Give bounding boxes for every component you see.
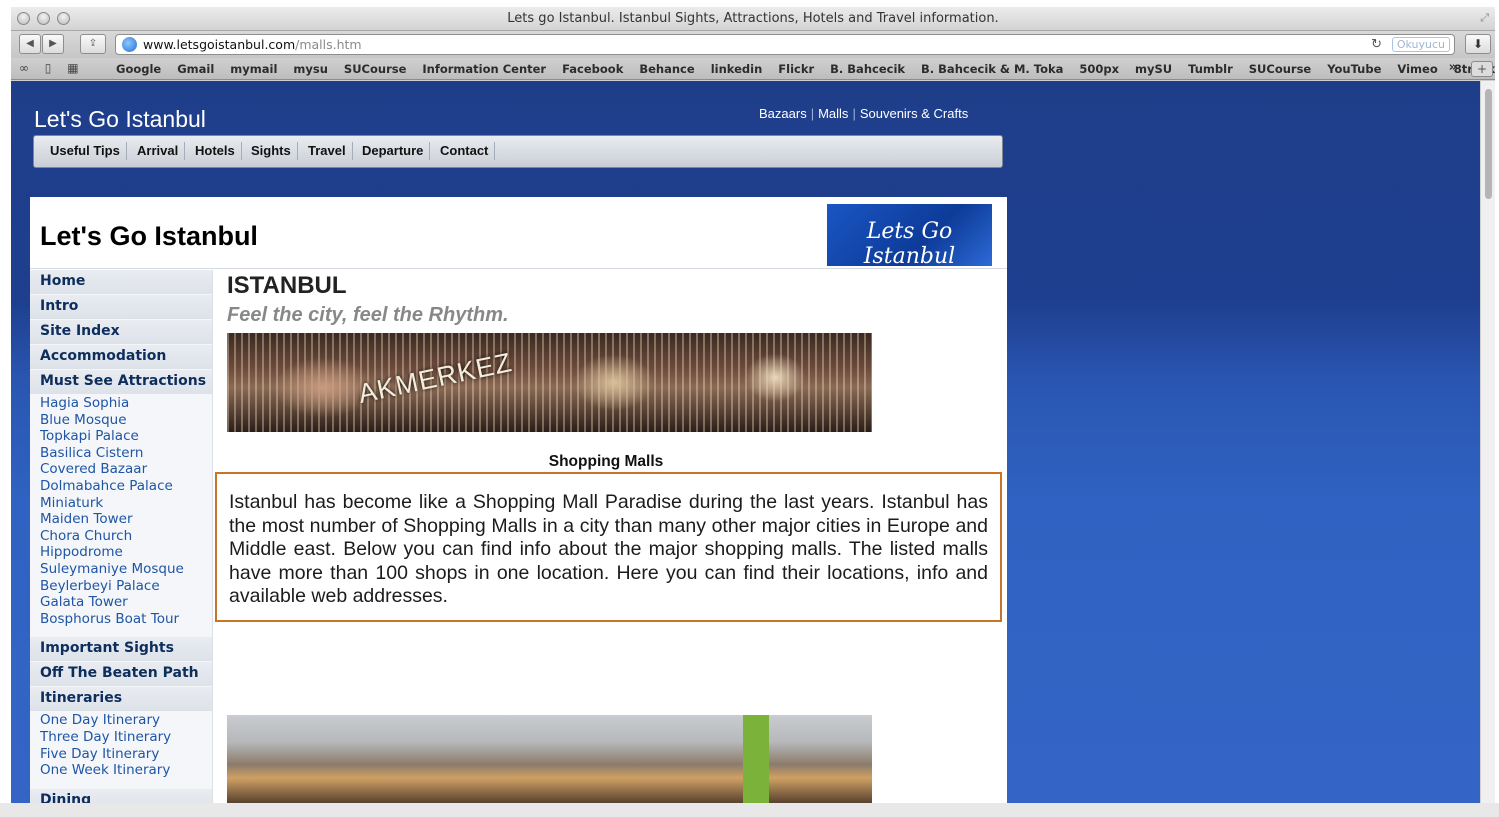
sidebar-item-must-see[interactable]: Must See Attractions [30, 370, 212, 394]
bookmark-item[interactable]: SUCourse [1249, 62, 1311, 76]
page-viewport: Let's Go Istanbul Bazaars | Malls | Souvenir… [11, 81, 1495, 803]
bookmark-item[interactable]: Information Center [422, 62, 546, 76]
site-logo[interactable]: Lets Go Istanbul [827, 204, 992, 269]
sidebar-attraction-link[interactable]: Beylerbeyi Palace [30, 578, 212, 595]
page-panel: Let's Go Istanbul Lets Go Istanbul Home … [30, 197, 1007, 803]
content-tagline: Feel the city, feel the Rhythm. [227, 304, 509, 326]
menu-contact[interactable]: Contact [434, 142, 496, 160]
site-title[interactable]: Let's Go Istanbul [34, 106, 206, 133]
sidebar-attraction-link[interactable]: Chora Church [30, 528, 212, 545]
sidebar-itinerary-link[interactable]: One Week Itinerary [30, 762, 212, 779]
sidebar-attraction-link[interactable]: Bosphorus Boat Tour [30, 611, 212, 628]
sidebar-item-home[interactable]: Home [30, 270, 212, 294]
menu-useful-tips[interactable]: Useful Tips [44, 142, 127, 160]
bookmark-item[interactable]: B. Bahcecik & M. Toka [921, 62, 1063, 76]
menu-sights[interactable]: Sights [245, 142, 298, 160]
window-title: Lets go Istanbul. Istanbul Sights, Attra… [507, 11, 999, 26]
menu-departure[interactable]: Departure [356, 142, 431, 160]
share-button[interactable]: ⇪ [80, 34, 106, 54]
bookmarks-list: Google Gmail mymail mysu SUCourse Information… [116, 62, 1495, 76]
sidebar-attraction-link[interactable]: Basilica Cistern [30, 445, 212, 462]
bookmark-item[interactable]: linkedin [711, 62, 763, 76]
top-links: Bazaars | Malls | Souvenirs & Crafts [759, 106, 969, 121]
bookmark-item[interactable]: Tumblr [1188, 62, 1233, 76]
bookmark-item[interactable]: Google [116, 62, 161, 76]
sidebar-attraction-link[interactable]: Hippodrome [30, 544, 212, 561]
browser-toolbar: ◀ ▶ ⇪ www.letsgoistanbul.com/malls.htm ↻… [11, 31, 1495, 58]
menu-travel[interactable]: Travel [302, 142, 353, 160]
sidebar-attraction-link[interactable]: Hagia Sophia [30, 395, 212, 412]
intro-paragraph: Istanbul has become like a Shopping Mall… [229, 491, 988, 608]
bookmark-item[interactable]: Flickr [778, 62, 814, 76]
sidebar-itinerary-link[interactable]: Five Day Itinerary [30, 746, 212, 763]
logo-text: Lets Go Istanbul [863, 219, 956, 269]
bookmarks-bar: ∞ ▯ ▦ Google Gmail mymail mysu SUCourse Infor… [11, 58, 1495, 80]
title-bar: Lets go Istanbul. Istanbul Sights, Attra… [11, 7, 1495, 31]
fullscreen-icon[interactable]: ⤢ [1480, 11, 1489, 25]
attraction-links: Hagia Sophia Blue Mosque Topkapi Palace Bas… [30, 395, 212, 627]
globe-icon [122, 37, 137, 52]
photo-caption: Shopping Malls [548, 453, 664, 470]
itinerary-links: One Day Itinerary Three Day Itinerary Five… [30, 712, 212, 778]
sidebar-item-important-sights[interactable]: Important Sights [30, 637, 212, 662]
main-content: ISTANBUL Feel the city, feel the Rhythm.… [215, 272, 1003, 803]
bookmark-item[interactable]: 500px [1079, 62, 1119, 76]
bookmark-item[interactable]: Behance [639, 62, 694, 76]
sidebar-attraction-link[interactable]: Topkapi Palace [30, 428, 212, 445]
sidebar-itinerary-link[interactable]: Three Day Itinerary [30, 729, 212, 746]
sidebar-attraction-link[interactable]: Covered Bazaar [30, 461, 212, 478]
sidebar-item-site-index[interactable]: Site Index [30, 320, 212, 344]
toplink-malls[interactable]: Malls [818, 106, 848, 121]
forward-button[interactable]: ▶ [42, 34, 64, 54]
intro-box: Istanbul has become like a Shopping Mall… [215, 472, 1002, 622]
status-bar [0, 803, 1499, 817]
bookmark-item[interactable]: mymail [230, 62, 277, 76]
bookmark-item[interactable]: Facebook [562, 62, 623, 76]
bookmarks-icons[interactable]: ∞ ▯ ▦ [19, 61, 85, 75]
back-button[interactable]: ◀ [19, 34, 41, 54]
sidebar-attraction-link[interactable]: Maiden Tower [30, 511, 212, 528]
bookmark-item[interactable]: SUCourse [344, 62, 406, 76]
toplink-souvenirs[interactable]: Souvenirs & Crafts [860, 106, 968, 121]
mall-interior-photo [227, 715, 872, 803]
bookmark-item[interactable]: Vimeo [1397, 62, 1437, 76]
new-tab-button[interactable]: + [1471, 61, 1493, 77]
menu-arrival[interactable]: Arrival [131, 142, 186, 160]
menu-hotels[interactable]: Hotels [189, 142, 242, 160]
bookmark-item[interactable]: mysu [293, 62, 328, 76]
downloads-button[interactable]: ⬇ [1465, 34, 1491, 54]
url-text[interactable]: www.letsgoistanbul.com/malls.htm [143, 37, 362, 52]
sidebar-item-accommodation[interactable]: Accommodation [30, 345, 212, 369]
bookmark-item[interactable]: B. Bahcecik [830, 62, 905, 76]
sidebar-attraction-link[interactable]: Suleymaniye Mosque [30, 561, 212, 578]
sidebar-nav: Home Intro Site Index Accommodation Must… [30, 270, 213, 803]
scrollbar-thumb[interactable] [1485, 89, 1492, 199]
browser-window: Lets go Istanbul. Istanbul Sights, Attra… [11, 7, 1495, 803]
bookmark-item[interactable]: YouTube [1327, 62, 1381, 76]
reload-icon[interactable]: ↻ [1371, 37, 1382, 52]
address-bar[interactable]: www.letsgoistanbul.com/malls.htm ↻ Okuyu… [115, 34, 1455, 55]
more-bookmarks-icon[interactable]: » [1449, 60, 1457, 75]
sidebar-item-itineraries[interactable]: Itineraries [30, 687, 212, 712]
sidebar-item-dining[interactable]: Dining [30, 788, 212, 803]
sidebar-attraction-link[interactable]: Miniaturk [30, 495, 212, 512]
reader-button[interactable]: Okuyucu [1391, 37, 1450, 52]
toplink-bazaars[interactable]: Bazaars [759, 106, 807, 121]
page-scrollbar[interactable] [1480, 81, 1495, 803]
sidebar-attraction-link[interactable]: Galata Tower [30, 594, 212, 611]
sidebar-attraction-link[interactable]: Dolmabahce Palace [30, 478, 212, 495]
page-title: Let's Go Istanbul [40, 221, 258, 251]
bookmark-item[interactable]: mySU [1135, 62, 1172, 76]
sidebar-attraction-link[interactable]: Blue Mosque [30, 412, 212, 429]
page-header: Let's Go Istanbul Lets Go Istanbul [30, 197, 1007, 269]
akmerkez-photo: AKMERKEZ [227, 333, 872, 432]
sidebar-item-off-beaten-path[interactable]: Off The Beaten Path [30, 662, 212, 687]
photo-sign-text: AKMERKEZ [355, 347, 515, 409]
sidebar-item-intro[interactable]: Intro [30, 295, 212, 319]
main-menu: Useful Tips Arrival Hotels Sights Travel… [33, 135, 1003, 168]
bookmark-item[interactable]: Gmail [177, 62, 214, 76]
content-heading: ISTANBUL [227, 272, 347, 299]
sidebar-itinerary-link[interactable]: One Day Itinerary [30, 712, 212, 729]
